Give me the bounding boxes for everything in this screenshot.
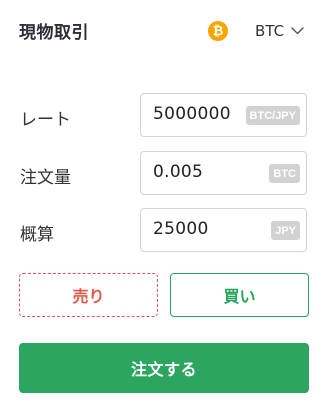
currency-selector[interactable]: ₿ BTC — [208, 20, 312, 42]
rate-row: レート 5000000 BTC/JPY — [0, 93, 327, 139]
amount-label: 注文量 — [20, 168, 71, 188]
estimate-row: 概算 25000 JPY — [0, 208, 327, 254]
bitcoin-icon: ₿ — [208, 21, 228, 41]
amount-value: 0.005 — [153, 162, 204, 182]
rate-input[interactable]: 5000000 BTC/JPY — [140, 93, 307, 137]
buy-button[interactable]: 買い — [170, 273, 309, 317]
amount-input[interactable]: 0.005 BTC — [140, 151, 307, 195]
place-order-button[interactable]: 注文する — [19, 343, 309, 393]
estimate-unit-badge: JPY — [271, 221, 300, 240]
sell-button[interactable]: 売り — [19, 273, 158, 317]
rate-unit-badge: BTC/JPY — [245, 106, 300, 125]
estimate-input[interactable]: 25000 JPY — [140, 208, 307, 252]
estimate-label: 概算 — [20, 225, 54, 245]
spot-trade-panel: 現物取引 ₿ BTC レート 5000000 BTC/JPY 注文量 0.005… — [0, 0, 327, 405]
estimate-value: 25000 — [153, 219, 209, 239]
amount-row: 注文量 0.005 BTC — [0, 151, 327, 197]
currency-label: BTC — [255, 22, 285, 40]
rate-value: 5000000 — [153, 104, 231, 124]
amount-unit-badge: BTC — [269, 164, 300, 183]
chevron-down-icon — [291, 25, 304, 38]
page-title: 現物取引 — [19, 23, 89, 43]
rate-label: レート — [20, 110, 71, 130]
